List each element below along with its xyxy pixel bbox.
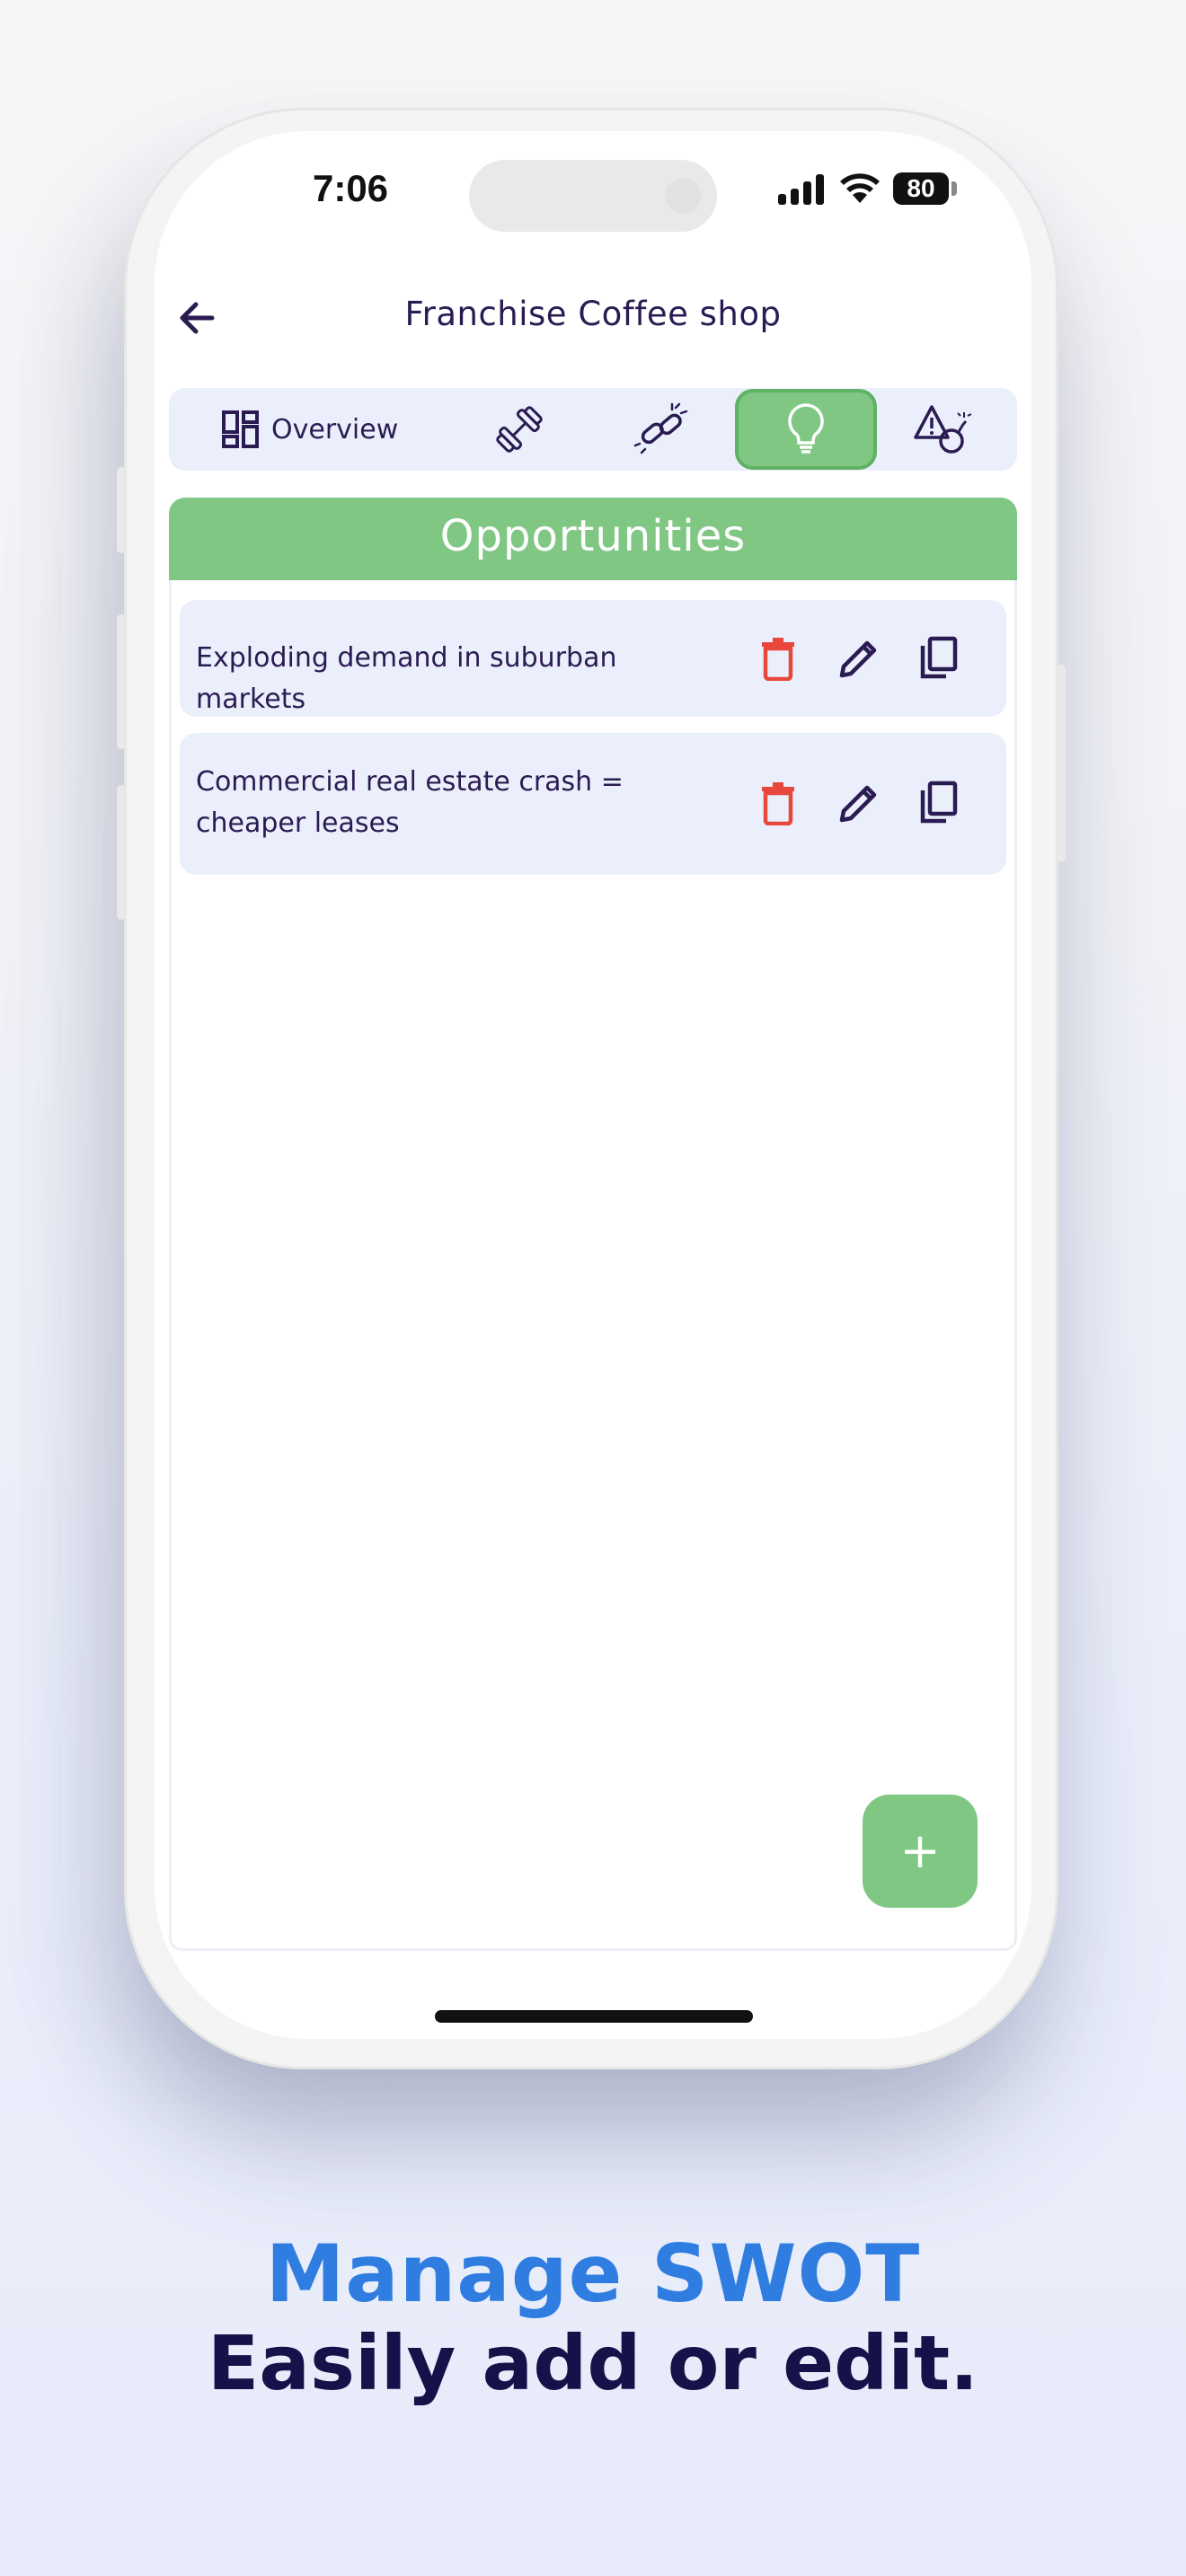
tab-overview-label: Overview [271, 413, 399, 446]
marketing-subline: Easily add or edit. [207, 2319, 979, 2407]
item-text: Commercial real estate crash = cheaper l… [196, 766, 624, 839]
swot-tab-bar: Overview [169, 388, 1017, 471]
battery-indicator: 80 [893, 172, 949, 205]
delete-button[interactable] [755, 776, 801, 830]
copy-button[interactable] [915, 631, 961, 685]
side-button-volume-down [117, 785, 126, 920]
pencil-icon [839, 640, 877, 678]
delete-button[interactable] [755, 631, 801, 685]
battery-tip [951, 181, 957, 196]
side-button-mute [117, 467, 126, 553]
side-button-power [1057, 665, 1066, 862]
dynamic-island [469, 160, 717, 232]
copy-icon [920, 781, 958, 824]
status-time: 7:06 [312, 167, 389, 209]
tab-weaknesses[interactable] [616, 388, 706, 471]
add-item-button[interactable]: + [863, 1795, 978, 1908]
wifi-icon [840, 173, 880, 203]
dumbbell-icon [496, 406, 543, 453]
edit-button[interactable] [836, 776, 882, 830]
list-item: Exploding demand in suburban markets [180, 600, 1006, 717]
app-screen: 7:06 80 Franchise Coffee shop Overview O… [155, 131, 1031, 2039]
section-header-opportunities: Opportunities [169, 498, 1017, 580]
marketing-headline: Manage SWOT [265, 2228, 921, 2320]
home-indicator[interactable] [435, 2010, 753, 2023]
item-text: Exploding demand in suburban markets [196, 642, 617, 715]
trash-icon [762, 782, 794, 825]
tab-opportunities[interactable] [735, 389, 877, 470]
copy-icon [920, 636, 958, 679]
broken-chain-icon [633, 402, 688, 454]
list-item: Commercial real estate crash = cheaper l… [180, 733, 1006, 875]
tab-threats[interactable] [897, 388, 987, 471]
edit-button[interactable] [836, 631, 882, 685]
tab-strengths[interactable] [474, 388, 564, 471]
lightbulb-icon [788, 403, 824, 454]
tab-overview[interactable]: Overview [221, 388, 419, 471]
side-button-volume-up [117, 614, 126, 749]
page-title: Franchise Coffee shop [404, 295, 782, 333]
cellular-signal-icon [778, 174, 827, 205]
copy-button[interactable] [915, 776, 961, 830]
camera-dot [665, 178, 701, 214]
pencil-icon [839, 785, 877, 823]
warning-bomb-icon [914, 405, 971, 454]
trash-icon [762, 638, 794, 681]
dashboard-icon [222, 410, 259, 448]
